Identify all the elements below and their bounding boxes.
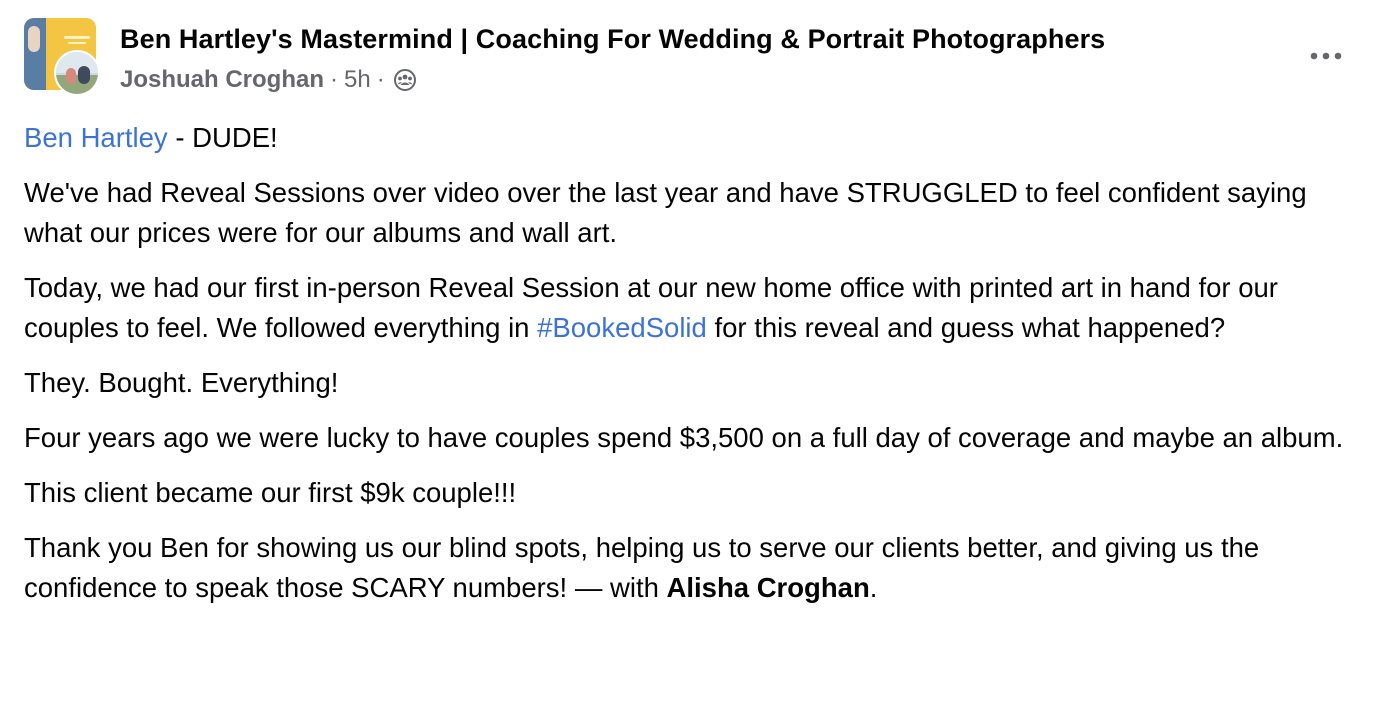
- group-audience-icon[interactable]: [393, 68, 417, 92]
- post-timestamp-link[interactable]: 5h: [344, 66, 371, 94]
- more-options-icon: [1310, 52, 1342, 60]
- post-avatar-stack[interactable]: [24, 18, 100, 96]
- mention-link[interactable]: Ben Hartley: [24, 122, 168, 153]
- author-name-link[interactable]: Joshuah Croghan: [120, 66, 324, 94]
- post-header: Ben Hartley's Mastermind | Coaching For …: [24, 18, 1358, 98]
- post-paragraph: Thank you Ben for showing us our blind s…: [24, 528, 1369, 608]
- meta-separator: ·: [330, 66, 339, 93]
- author-avatar[interactable]: [54, 50, 100, 96]
- meta-separator: ·: [376, 66, 385, 93]
- mention-suffix: - DUDE!: [167, 122, 278, 153]
- text-run: Thank you Ben for showing us our blind s…: [24, 532, 1260, 603]
- text-run: for this reveal and guess what happened?: [706, 312, 1226, 343]
- post-paragraph: Today, we had our first in-person Reveal…: [24, 268, 1369, 348]
- more-options-button[interactable]: [1306, 38, 1346, 74]
- tagged-user-link[interactable]: Alisha Croghan: [667, 572, 870, 603]
- post-body: Ben Hartley - DUDE! We've had Reveal Ses…: [24, 118, 1369, 623]
- post-paragraph: We've had Reveal Sessions over video ove…: [24, 177, 1307, 248]
- post-paragraph: Four years ago we were lucky to have cou…: [24, 422, 1344, 453]
- post-meta: Joshuah Croghan · 5h ·: [120, 66, 417, 94]
- group-name-link[interactable]: Ben Hartley's Mastermind | Coaching For …: [120, 24, 1105, 55]
- post-paragraph: They. Bought. Everything!: [24, 367, 339, 398]
- post-paragraph: This client became our first $9k couple!…: [24, 477, 517, 508]
- text-run: .: [869, 572, 878, 603]
- feed-post: Ben Hartley's Mastermind | Coaching For …: [0, 0, 1382, 712]
- hashtag-link[interactable]: #BookedSolid: [537, 312, 707, 343]
- post-paragraph: Ben Hartley - DUDE!: [24, 118, 1369, 158]
